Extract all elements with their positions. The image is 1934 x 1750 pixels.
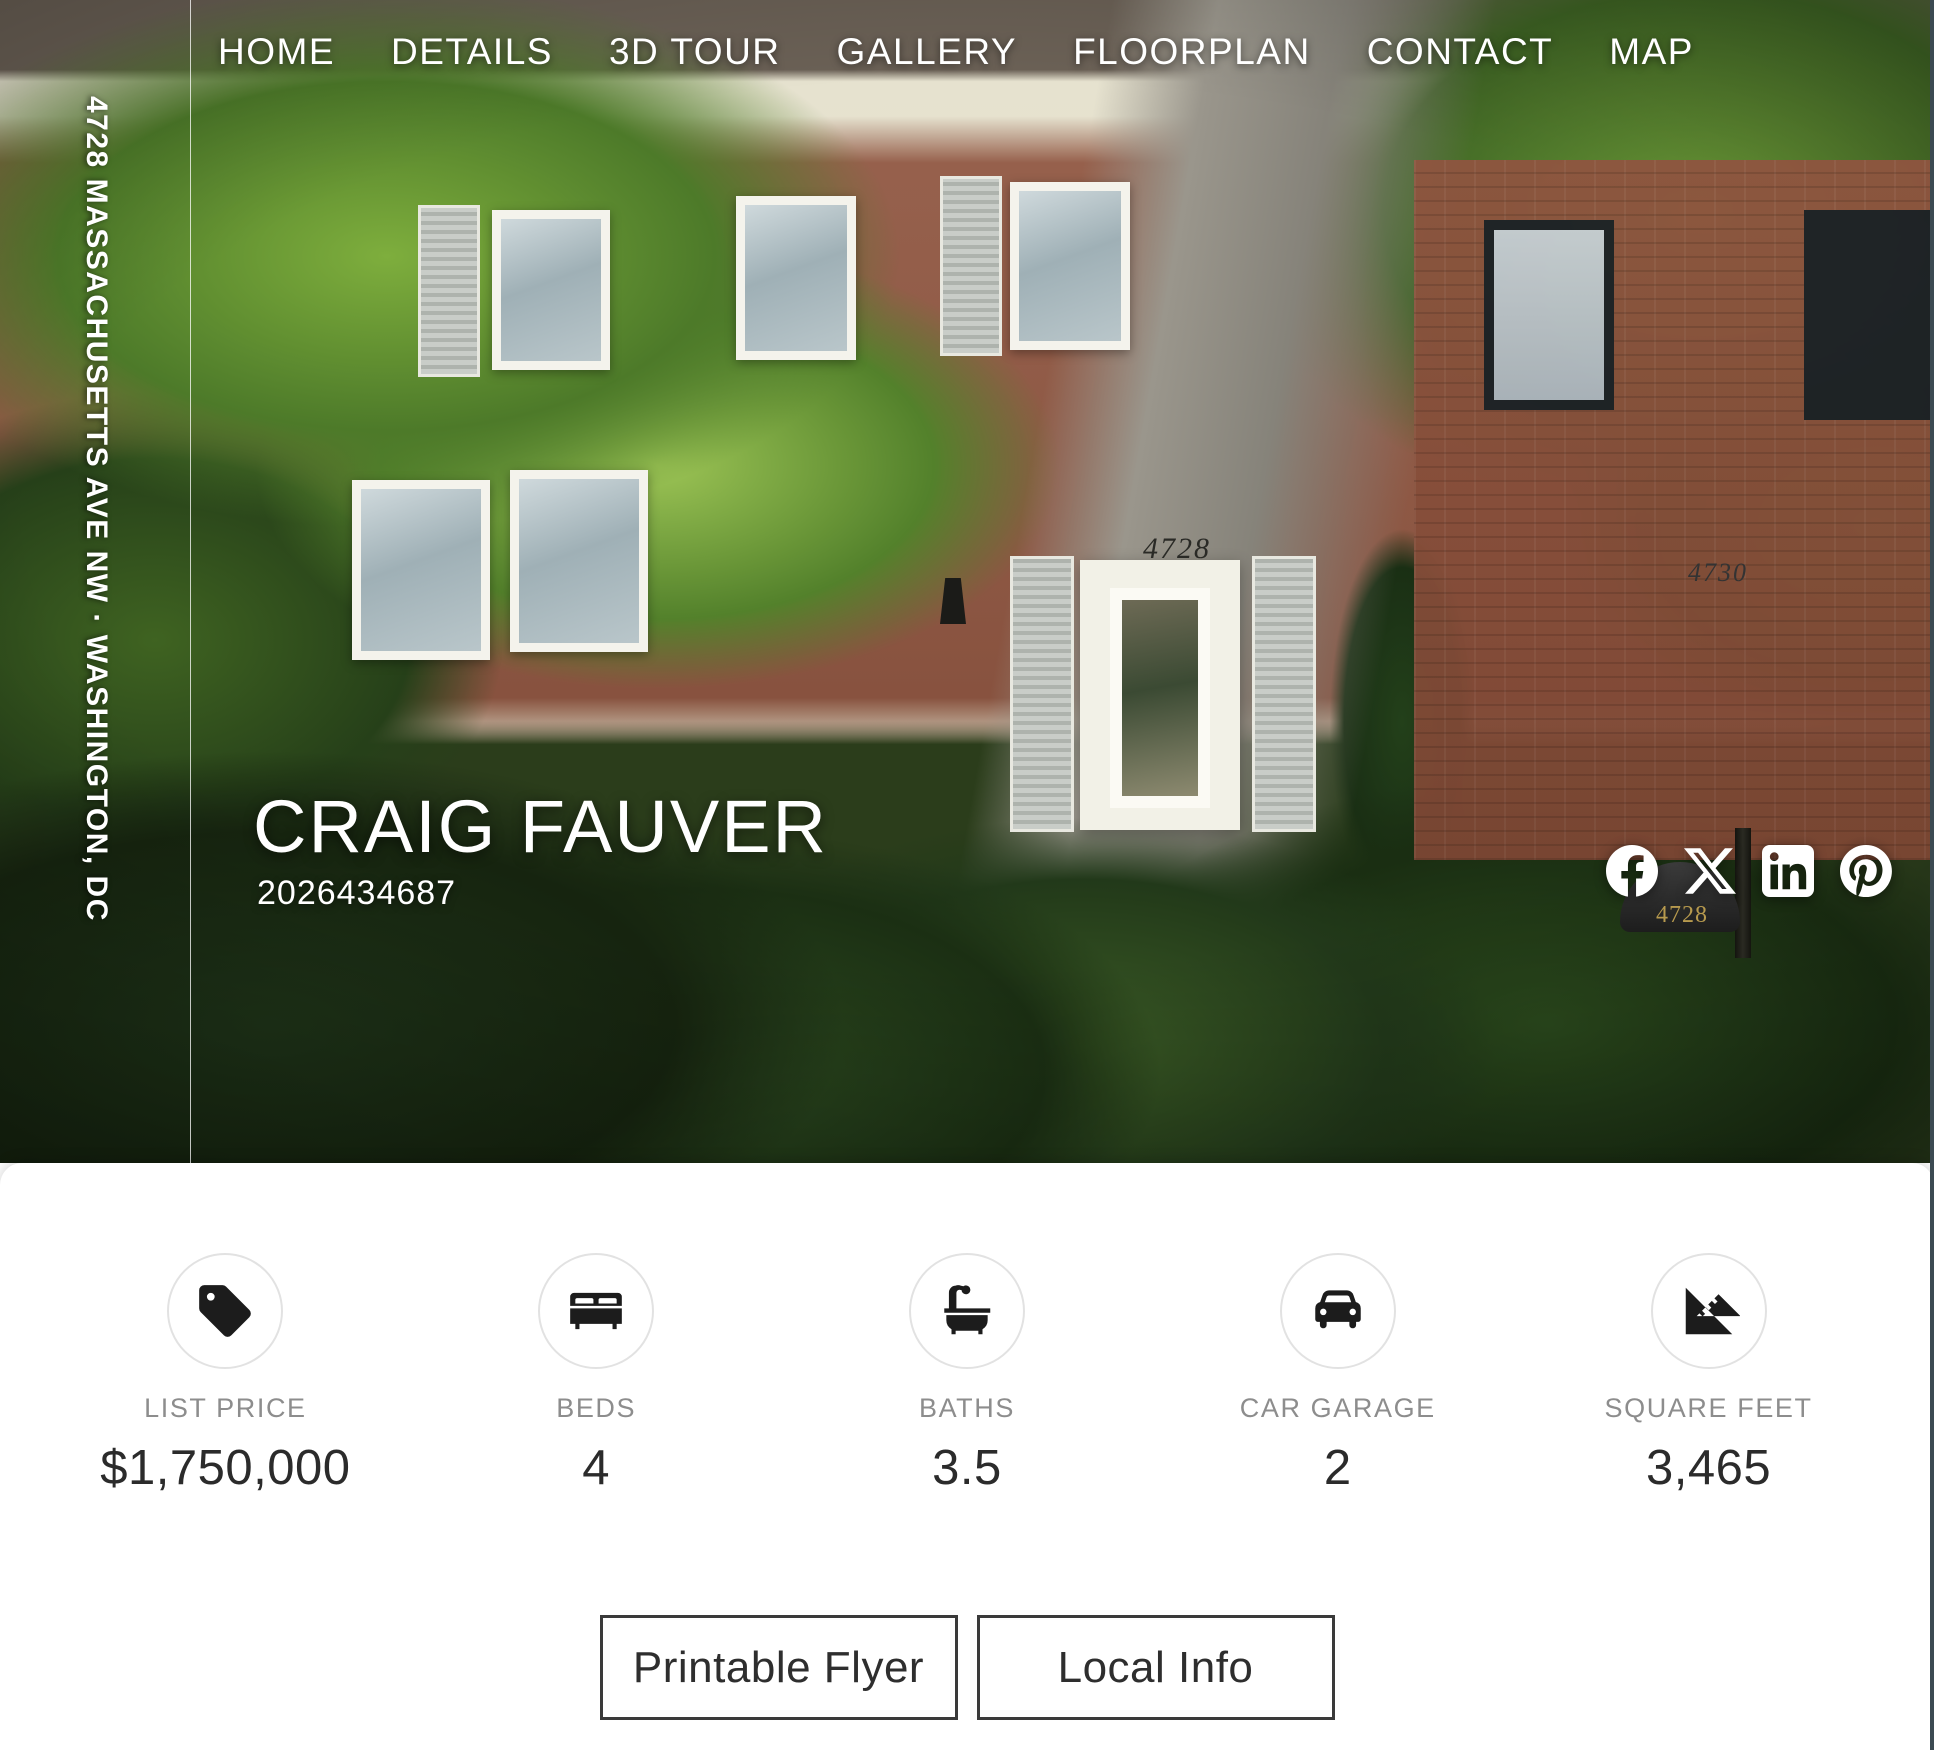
car-icon [1279, 1253, 1396, 1369]
shutter-upper-right-a [940, 176, 1002, 356]
stat-label: BATHS [918, 1393, 1015, 1423]
neighbor-brick-house [1414, 160, 1934, 860]
mailbox-number-label: 4728 [1656, 902, 1708, 928]
agent-block: CRAIG FAUVER 2026434687 [253, 790, 828, 913]
window-lower-mid [510, 470, 648, 652]
nav-item-details[interactable]: DETAILS [363, 31, 581, 73]
listing-page: 4728 4730 4728 4728 MASSACHUSETTS AVE NW… [0, 0, 1934, 1750]
nav-item-gallery[interactable]: GALLERY [809, 31, 1046, 73]
stat-list-price: LIST PRICE $1,750,000 [75, 1253, 375, 1496]
pinterest-icon[interactable] [1840, 845, 1892, 897]
social-links [1606, 845, 1892, 897]
x-twitter-icon[interactable] [1684, 845, 1736, 897]
nav-item-floorplan[interactable]: FLOORPLAN [1045, 31, 1339, 73]
stat-label: SQUARE FEET [1604, 1393, 1813, 1423]
nav-item-3d-tour[interactable]: 3D TOUR [581, 31, 809, 73]
window-lower-left [352, 480, 490, 660]
ruler-icon [1650, 1253, 1767, 1369]
house-number-label: 4728 [1143, 532, 1211, 565]
stat-beds: BEDS 4 [446, 1253, 746, 1496]
page-right-edge [1930, 0, 1934, 1750]
window-upper-mid [736, 196, 856, 360]
nav-item-home[interactable]: HOME [190, 31, 363, 73]
local-info-button[interactable]: Local Info [976, 1615, 1335, 1720]
agent-name: CRAIG FAUVER [253, 785, 828, 868]
window-upper-right [1010, 182, 1130, 350]
price-tag-icon [167, 1253, 284, 1369]
hero-property-photo: 4728 4730 4728 4728 MASSACHUSETTS AVE NW… [0, 0, 1934, 1163]
main-navigation: HOME DETAILS 3D TOUR GALLERY FLOORPLAN C… [190, 0, 1934, 104]
printable-flyer-button[interactable]: Printable Flyer [599, 1615, 958, 1720]
stat-value: $1,750,000 [100, 1441, 351, 1495]
nav-item-map[interactable]: MAP [1581, 31, 1722, 73]
agent-phone[interactable]: 2026434687 [257, 874, 828, 913]
stat-value: 3,465 [1646, 1441, 1772, 1495]
front-door-glass [1110, 588, 1210, 808]
stat-value: 3.5 [932, 1441, 1002, 1495]
bed-icon [538, 1253, 655, 1369]
shutter-entry-left [1010, 556, 1074, 832]
property-address-vertical: 4728 MASSACHUSETTS AVE NW · WASHINGTON, … [58, 96, 168, 922]
stat-baths: BATHS 3.5 [817, 1253, 1117, 1496]
stat-car-garage: CAR GARAGE 2 [1188, 1253, 1488, 1496]
facebook-icon[interactable] [1606, 845, 1658, 897]
stat-label: BEDS [556, 1393, 637, 1423]
neighbor-house-number-label: 4730 [1688, 558, 1748, 587]
stat-value: 4 [582, 1441, 611, 1495]
stat-square-feet: SQUARE FEET 3,465 [1559, 1253, 1859, 1496]
shutter-entry-right [1252, 556, 1316, 832]
shutter-upper-left-a [418, 205, 480, 377]
property-address-text: 4728 MASSACHUSETTS AVE NW · WASHINGTON, … [80, 96, 113, 922]
property-summary-card: LIST PRICE $1,750,000 BEDS 4 BATHS 3.5 C… [0, 1163, 1934, 1750]
property-stats-row: LIST PRICE $1,750,000 BEDS 4 BATHS 3.5 C… [40, 1253, 1894, 1496]
linkedin-icon[interactable] [1762, 845, 1814, 897]
bathtub-icon [908, 1253, 1025, 1369]
cta-button-row: Printable Flyer Local Info [0, 1615, 1934, 1720]
window-upper-left [492, 210, 610, 370]
stat-value: 2 [1323, 1441, 1352, 1495]
stat-label: LIST PRICE [144, 1393, 307, 1423]
nav-item-contact[interactable]: CONTACT [1339, 31, 1582, 73]
left-rail-divider [190, 0, 191, 1163]
stat-label: CAR GARAGE [1239, 1393, 1436, 1423]
